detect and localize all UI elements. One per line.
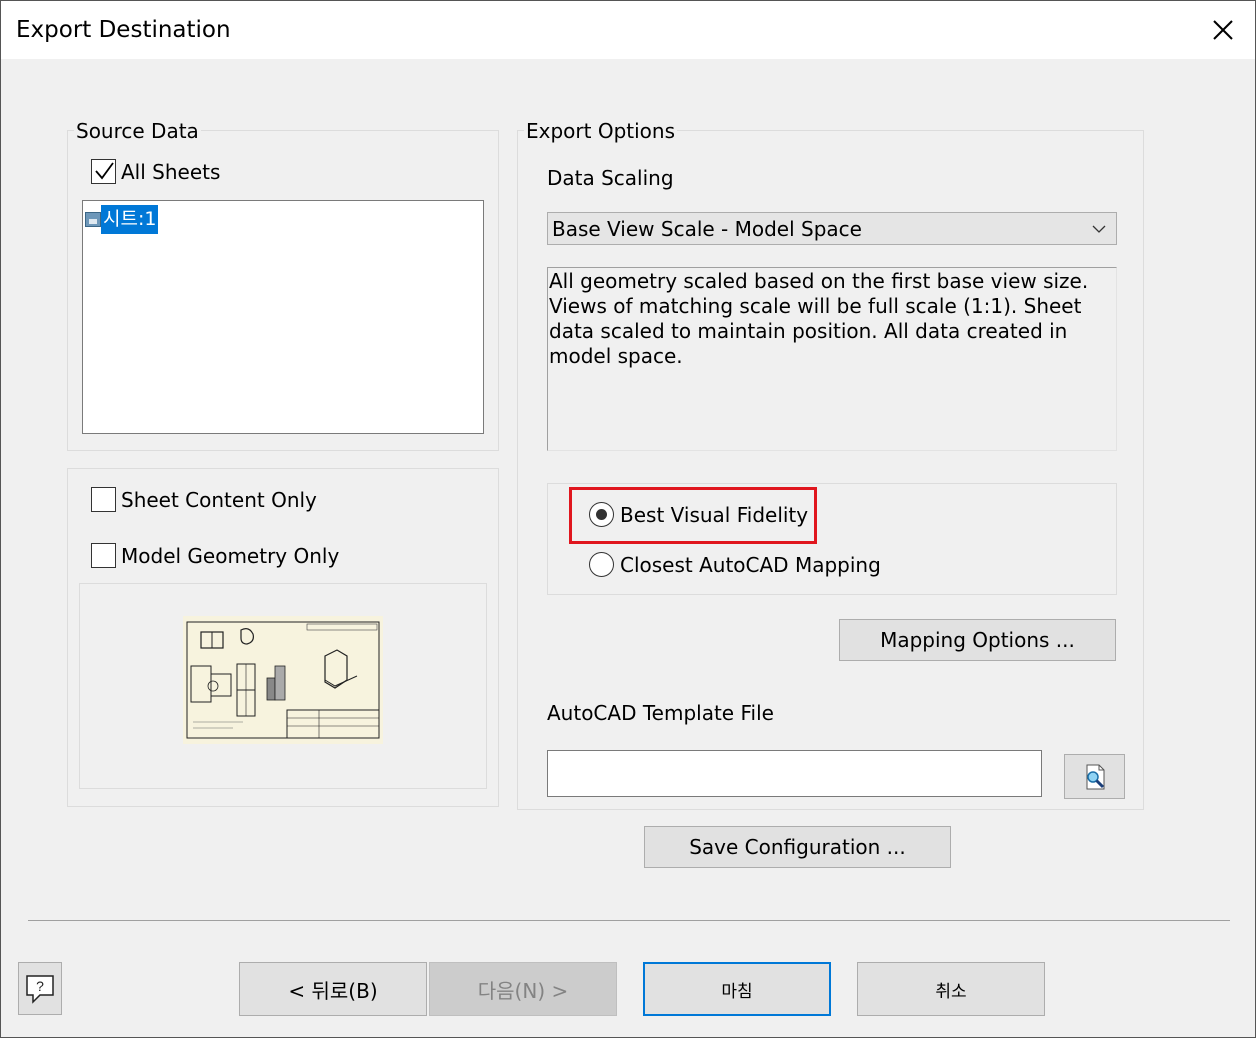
finish-button[interactable]: 마침 xyxy=(643,962,831,1016)
scaling-description: All geometry scaled based on the first b… xyxy=(547,267,1117,451)
close-button[interactable] xyxy=(1201,9,1245,53)
title-bar: Export Destination xyxy=(1,1,1255,59)
checkmark-icon xyxy=(95,162,114,180)
back-button[interactable]: < 뒤로(B) xyxy=(239,962,427,1016)
sheets-listbox[interactable]: 시트:1 xyxy=(82,200,484,434)
chevron-down-icon xyxy=(1092,225,1106,233)
sheet-icon xyxy=(85,212,101,227)
next-button[interactable]: 다음(N) > xyxy=(429,962,617,1016)
annotation-highlight-box xyxy=(569,487,817,544)
all-sheets-checkbox[interactable]: All Sheets xyxy=(91,159,220,184)
mapping-options-button[interactable]: Mapping Options ... xyxy=(839,619,1116,661)
model-geometry-only-label: Model Geometry Only xyxy=(121,543,340,568)
data-scaling-dropdown[interactable]: Base View Scale - Model Space xyxy=(547,212,1117,245)
sheet-content-only-checkbox[interactable]: Sheet Content Only xyxy=(91,487,317,512)
closest-autocad-mapping-radio-circle[interactable] xyxy=(589,552,614,577)
sheet-content-only-label: Sheet Content Only xyxy=(121,487,317,512)
dialog-title: Export Destination xyxy=(16,17,231,43)
sheet-content-only-box[interactable] xyxy=(91,487,116,512)
all-sheets-label: All Sheets xyxy=(121,159,221,184)
drawing-preview-thumbnail xyxy=(183,616,383,744)
cancel-button[interactable]: 취소 xyxy=(857,962,1045,1016)
data-scaling-value: Base View Scale - Model Space xyxy=(552,217,862,241)
closest-autocad-mapping-radio[interactable]: Closest AutoCAD Mapping xyxy=(589,552,881,577)
svg-text:?: ? xyxy=(36,978,44,994)
source-data-legend: Source Data xyxy=(74,119,201,143)
all-sheets-box[interactable] xyxy=(91,159,116,184)
footer-separator xyxy=(28,920,1230,921)
export-options-legend: Export Options xyxy=(524,119,677,143)
model-geometry-only-checkbox[interactable]: Model Geometry Only xyxy=(91,543,339,568)
model-geometry-only-box[interactable] xyxy=(91,543,116,568)
list-item[interactable]: 시트:1 xyxy=(85,205,159,234)
close-icon xyxy=(1213,20,1233,40)
browse-file-icon xyxy=(1086,764,1104,789)
sheet-label: 시트:1 xyxy=(101,205,159,234)
export-destination-dialog: Export Destination Source Data All Sheet… xyxy=(0,0,1256,1038)
help-icon: ? xyxy=(26,974,54,1004)
data-scaling-label: Data Scaling xyxy=(547,166,674,190)
template-file-input[interactable] xyxy=(547,750,1042,797)
browse-template-button[interactable] xyxy=(1064,754,1125,799)
closest-autocad-mapping-label: Closest AutoCAD Mapping xyxy=(620,552,881,577)
template-file-label: AutoCAD Template File xyxy=(547,701,774,725)
save-configuration-button[interactable]: Save Configuration ... xyxy=(644,826,951,868)
help-button[interactable]: ? xyxy=(18,962,62,1015)
